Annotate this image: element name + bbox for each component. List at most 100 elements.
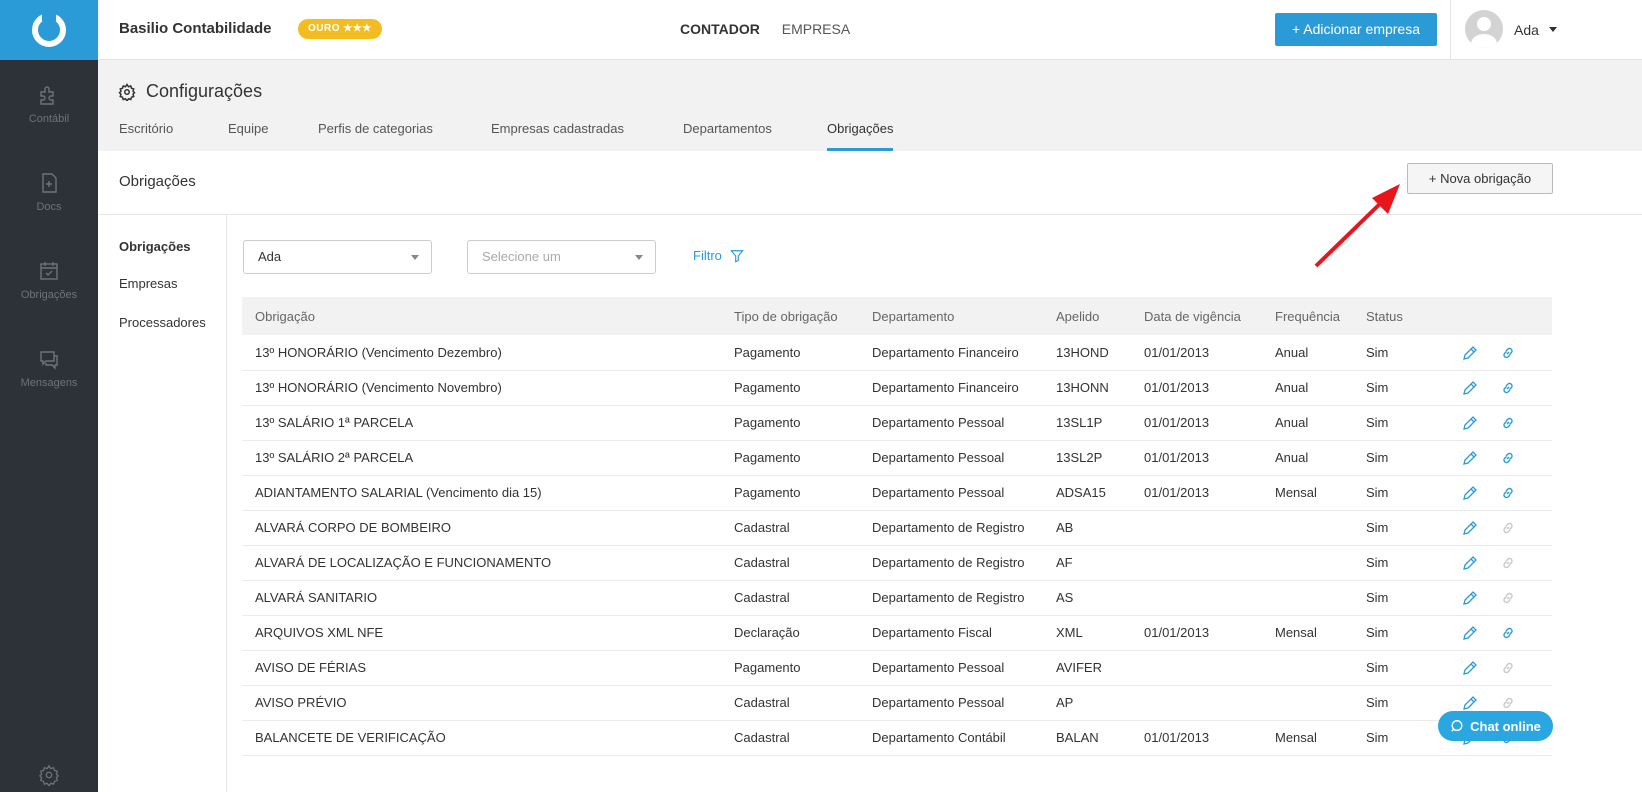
row-actions <box>1462 580 1552 616</box>
table-row[interactable]: AVISO PRÉVIO Cadastral Departamento Pessoa… <box>242 685 1552 721</box>
table-cell <box>1144 685 1275 721</box>
column-header[interactable]: Status <box>1366 297 1462 335</box>
link-icon[interactable] <box>1500 485 1516 501</box>
pencil-icon[interactable] <box>1462 380 1478 396</box>
pencil-icon[interactable] <box>1462 345 1478 361</box>
user-select[interactable]: Ada <box>243 240 432 274</box>
table-cell <box>1275 545 1366 581</box>
link-icon[interactable] <box>1500 450 1516 466</box>
link-icon[interactable] <box>1500 590 1516 606</box>
table-cell: AVIFER <box>1056 650 1144 686</box>
pencil-icon[interactable] <box>1462 520 1478 536</box>
table-cell <box>1144 510 1275 546</box>
submenu-item-obrigacoes[interactable]: Obrigações <box>119 239 191 254</box>
divider <box>1450 0 1451 60</box>
table-row[interactable]: ALVARÁ DE LOCALIZAÇÃO E FUNCIONAMENTO Cad… <box>242 545 1552 581</box>
pencil-icon[interactable] <box>1462 695 1478 711</box>
top-nav-empresa[interactable]: EMPRESA <box>782 21 850 37</box>
table-body: 13º HONORÁRIO (Vencimento Dezembro) Pagam… <box>242 335 1552 756</box>
table-row[interactable]: ARQUIVOS XML NFE Declaração Departamento F… <box>242 615 1552 651</box>
link-icon[interactable] <box>1500 695 1516 711</box>
table-cell: Sim <box>1366 545 1462 581</box>
table-row[interactable]: ALVARÁ CORPO DE BOMBEIRO Cadastral Departa… <box>242 510 1552 546</box>
chat-online-button[interactable]: Chat online <box>1438 711 1553 741</box>
submenu-item-empresas[interactable]: Empresas <box>119 276 178 291</box>
chevron-down-icon[interactable] <box>1549 27 1557 32</box>
link-icon[interactable] <box>1500 345 1516 361</box>
pencil-icon[interactable] <box>1462 660 1478 676</box>
link-icon[interactable] <box>1500 660 1516 676</box>
pencil-icon[interactable] <box>1462 590 1478 606</box>
user-name[interactable]: Ada <box>1514 22 1539 38</box>
pencil-icon[interactable] <box>1462 415 1478 431</box>
company-name: Basilio Contabilidade <box>119 20 272 37</box>
link-icon[interactable] <box>1500 380 1516 396</box>
avatar[interactable] <box>1465 10 1503 48</box>
tab-perfis-categorias[interactable]: Perfis de categorias <box>318 121 433 151</box>
pencil-icon[interactable] <box>1462 485 1478 501</box>
table-row[interactable]: 13º HONORÁRIO (Vencimento Novembro) Pagam… <box>242 370 1552 406</box>
chat-label: Chat online <box>1470 718 1541 734</box>
chat-icon <box>40 351 58 370</box>
table-cell: AVISO PRÉVIO <box>242 685 734 721</box>
table-cell <box>1144 580 1275 616</box>
tab-empresas-cadastradas[interactable]: Empresas cadastradas <box>491 121 624 151</box>
table-cell: Pagamento <box>734 475 872 511</box>
tab-equipe[interactable]: Equipe <box>228 121 268 151</box>
table-cell: Sim <box>1366 440 1462 476</box>
submenu-item-processadores[interactable]: Processadores <box>119 315 206 330</box>
table-cell: BALANCETE DE VERIFICAÇÃO <box>242 720 734 756</box>
column-header[interactable]: Data de vigência <box>1144 297 1275 335</box>
table-cell: 01/01/2013 <box>1144 475 1275 511</box>
link-icon[interactable] <box>1500 520 1516 536</box>
tab-departamentos[interactable]: Departamentos <box>683 121 772 151</box>
app-logo[interactable] <box>0 0 98 60</box>
category-select[interactable]: Selecione um <box>467 240 656 274</box>
table-cell: Sim <box>1366 335 1462 371</box>
tab-obrigacoes[interactable]: Obrigações <box>827 121 894 151</box>
add-company-button[interactable]: + Adicionar empresa <box>1275 13 1437 46</box>
nav-item-contabil[interactable]: Contábil <box>0 60 98 148</box>
logo-icon <box>32 11 66 47</box>
obligations-table: Obrigação Tipo de obrigação Departamento… <box>242 297 1552 756</box>
table-row[interactable]: ADIANTAMENTO SALARIAL (Vencimento dia 15… <box>242 475 1552 511</box>
column-header[interactable]: Obrigação <box>242 297 734 335</box>
table-row[interactable]: BALANCETE DE VERIFICAÇÃO Cadastral Departa… <box>242 720 1552 756</box>
link-icon[interactable] <box>1500 415 1516 431</box>
nav-settings[interactable] <box>0 764 98 786</box>
table-cell: Pagamento <box>734 650 872 686</box>
table-row[interactable]: AVISO DE FÉRIAS Pagamento Departamento Pes… <box>242 650 1552 686</box>
column-header[interactable]: Departamento <box>872 297 1056 335</box>
table-cell: Sim <box>1366 615 1462 651</box>
table-row[interactable]: ALVARÁ SANITARIO Cadastral Departamento de… <box>242 580 1552 616</box>
tab-escritorio[interactable]: Escritório <box>119 121 173 151</box>
table-cell: Cadastral <box>734 685 872 721</box>
table-cell: Departamento Pessoal <box>872 685 1056 721</box>
link-icon[interactable] <box>1500 625 1516 641</box>
table-row[interactable]: 13º SALÁRIO 2ª PARCELA Pagamento Departame… <box>242 440 1552 476</box>
top-bar: Basilio Contabilidade OURO ★★★ CONTADOR … <box>98 0 1642 60</box>
link-icon[interactable] <box>1500 555 1516 571</box>
pencil-icon[interactable] <box>1462 625 1478 641</box>
table-row[interactable]: 13º SALÁRIO 1ª PARCELA Pagamento Departame… <box>242 405 1552 441</box>
table-cell <box>1275 580 1366 616</box>
column-header[interactable]: Tipo de obrigação <box>734 297 872 335</box>
nav-label: Docs <box>36 201 62 213</box>
column-header[interactable]: Apelido <box>1056 297 1144 335</box>
column-header[interactable]: Frequência <box>1275 297 1366 335</box>
top-nav-contador[interactable]: CONTADOR <box>680 21 760 37</box>
nav-item-docs[interactable]: Docs <box>0 148 98 236</box>
gear-icon <box>38 764 60 786</box>
table-cell: Departamento Pessoal <box>872 650 1056 686</box>
table-row[interactable]: 13º HONORÁRIO (Vencimento Dezembro) Pagam… <box>242 335 1552 371</box>
table-cell: Departamento de Registro <box>872 510 1056 546</box>
plan-badge: OURO ★★★ <box>298 19 382 39</box>
pencil-icon[interactable] <box>1462 450 1478 466</box>
new-obligation-button[interactable]: + Nova obrigação <box>1407 163 1553 194</box>
nav-item-obrigacoes[interactable]: Obrigações <box>0 236 98 324</box>
table-cell: Departamento Pessoal <box>872 440 1056 476</box>
nav-item-mensagens[interactable]: Mensagens <box>0 324 98 412</box>
filter-button[interactable]: Filtro <box>693 248 744 263</box>
pencil-icon[interactable] <box>1462 555 1478 571</box>
top-nav: CONTADOR EMPRESA <box>680 21 868 37</box>
